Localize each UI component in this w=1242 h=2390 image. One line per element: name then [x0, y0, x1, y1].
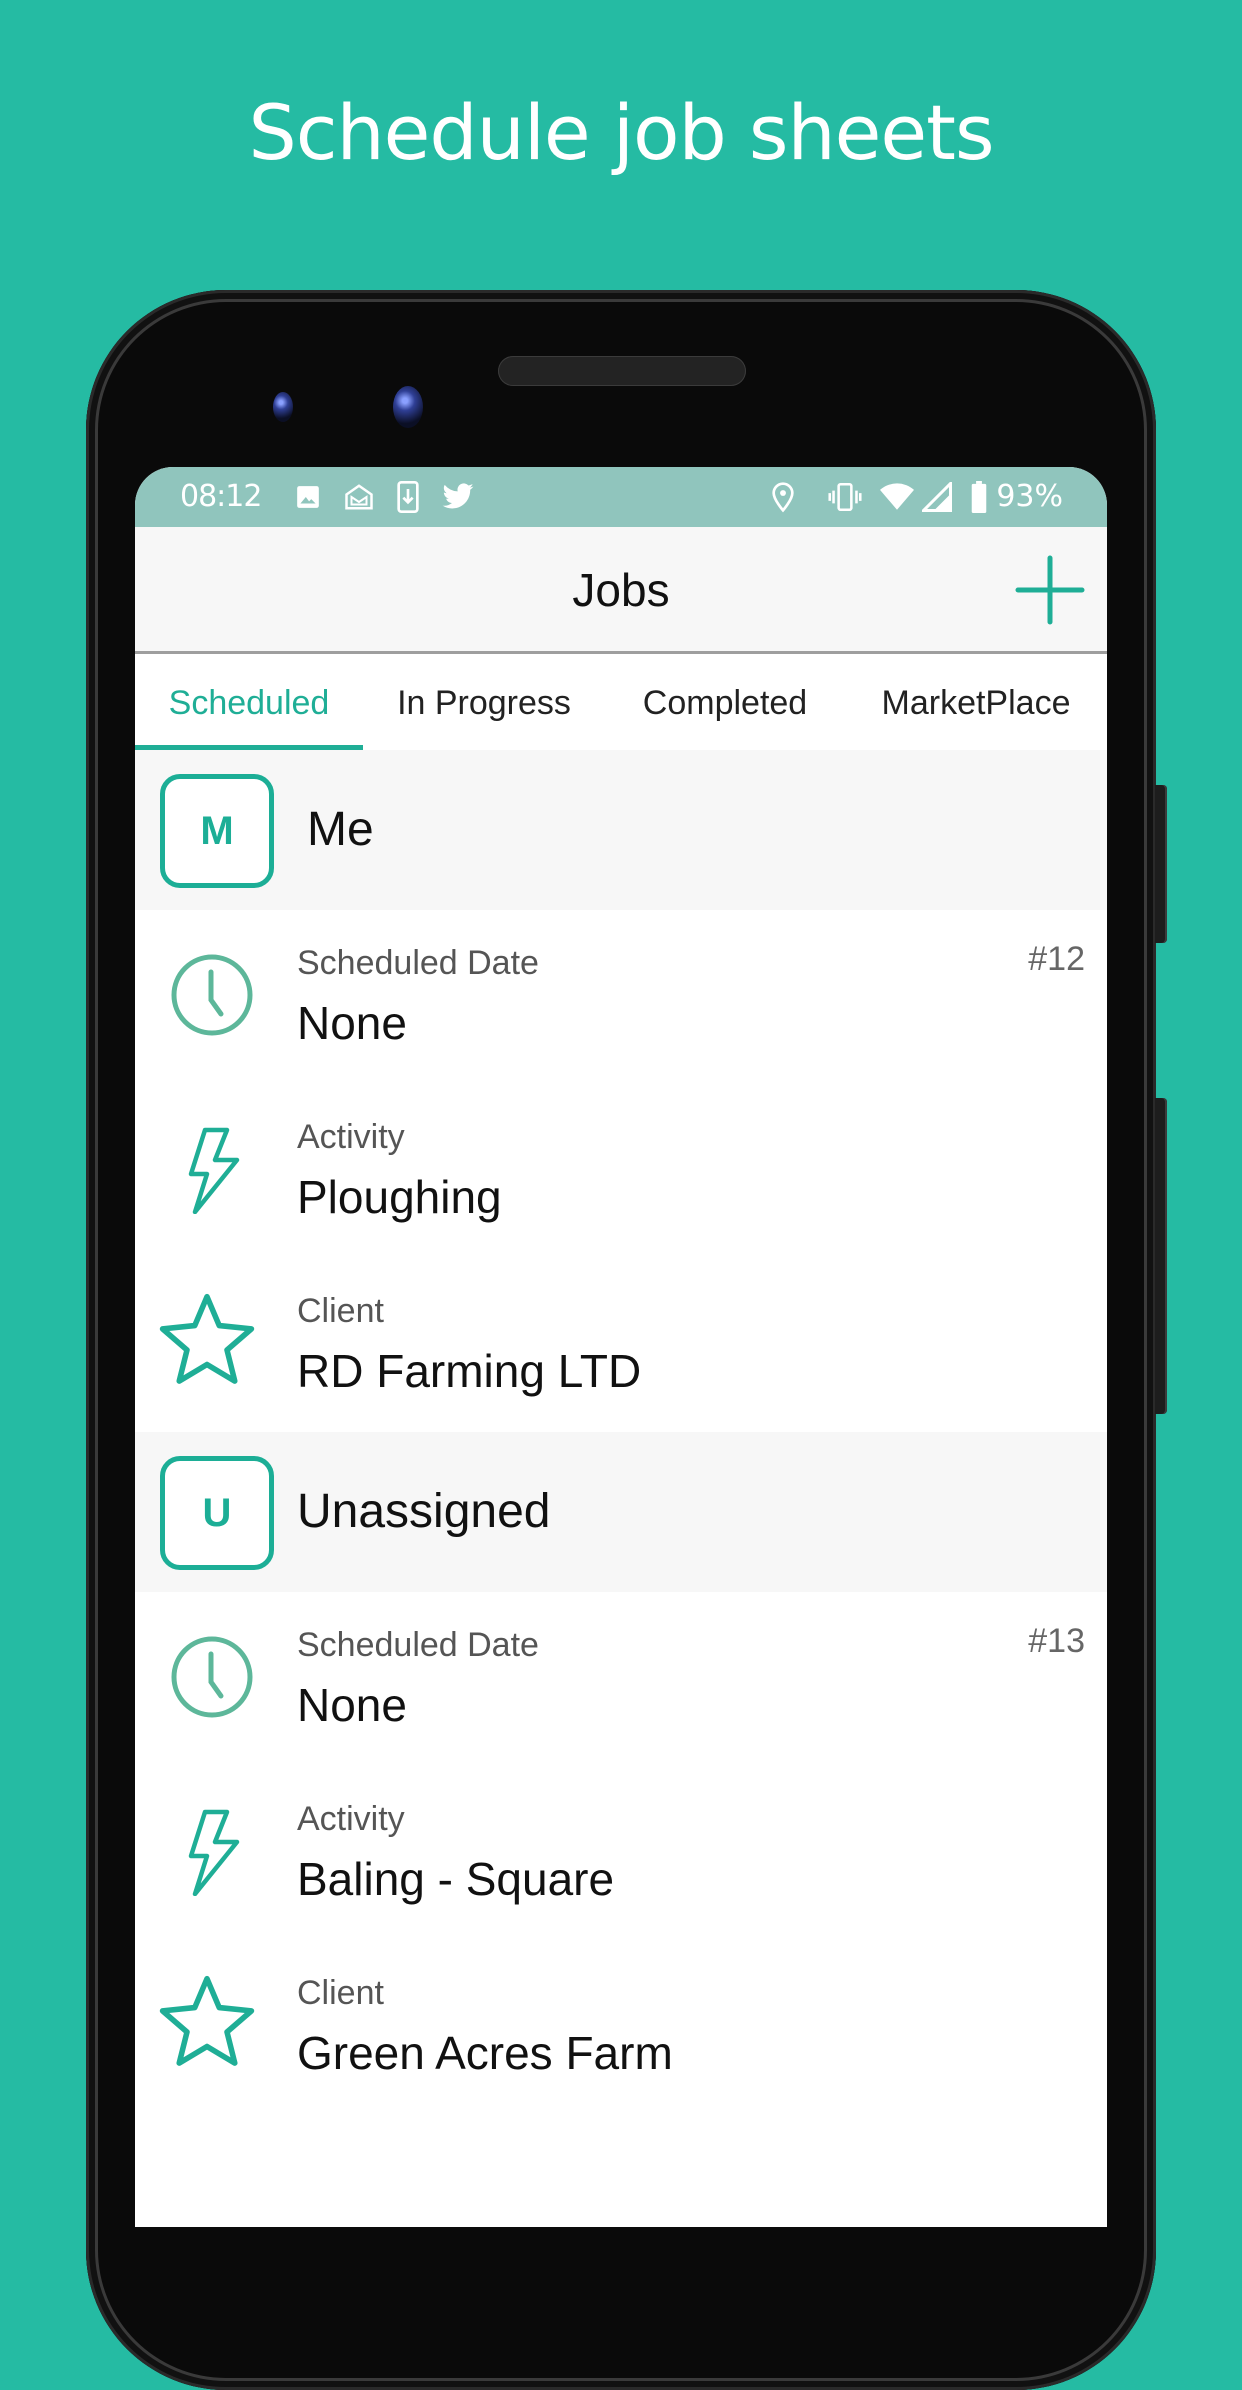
volume-button	[1155, 1098, 1167, 1414]
phone-screen: 08:12 93% Jobs Scheduled In Progress Com…	[135, 467, 1107, 2227]
field-label: Activity	[297, 1800, 405, 1838]
front-camera-icon	[393, 386, 423, 428]
job-card[interactable]: Scheduled Date None #13 Activity Baling …	[135, 1592, 1107, 2114]
field-label: Activity	[297, 1118, 405, 1156]
group-name: Me	[307, 803, 374, 856]
clock-icon	[171, 954, 253, 1036]
job-field-client: Client RD Farming LTD	[135, 1258, 1107, 1432]
job-field-activity: Activity Baling - Square	[135, 1766, 1107, 1940]
avatar: U	[160, 1456, 274, 1570]
signal-icon	[922, 481, 953, 512]
field-value: None	[297, 997, 407, 1049]
job-field-activity: Activity Ploughing	[135, 1084, 1107, 1258]
add-job-button[interactable]	[1015, 555, 1085, 625]
field-label: Scheduled Date	[297, 1626, 539, 1664]
field-label: Client	[297, 1974, 384, 2012]
battery-percent: 93%	[996, 479, 1063, 514]
lightning-icon	[188, 1809, 240, 1896]
vibrate-icon	[828, 482, 862, 511]
field-label: Client	[297, 1292, 384, 1330]
job-number: #13	[1028, 1622, 1085, 1660]
star-icon	[159, 1293, 255, 1384]
tab-scheduled[interactable]: Scheduled	[135, 654, 363, 750]
power-button	[1155, 785, 1167, 943]
earpiece-speaker	[498, 356, 746, 386]
tab-in-progress[interactable]: In Progress	[363, 654, 605, 750]
twitter-icon	[441, 483, 475, 511]
promo-title: Schedule job sheets	[248, 88, 994, 177]
job-field-scheduled-date: Scheduled Date None #13	[135, 1592, 1107, 1766]
download-icon	[397, 481, 419, 513]
field-value: Ploughing	[297, 1171, 502, 1223]
avatar: M	[160, 774, 274, 888]
field-value: Baling - Square	[297, 1853, 615, 1905]
page-title: Jobs	[572, 564, 670, 616]
email-icon	[343, 482, 375, 512]
field-value: Green Acres Farm	[297, 2027, 673, 2079]
job-number: #12	[1028, 940, 1085, 978]
status-bar: 08:12 93%	[135, 467, 1107, 527]
tab-marketplace[interactable]: MarketPlace	[845, 654, 1107, 750]
job-card[interactable]: Scheduled Date None #12 Activity Ploughi…	[135, 910, 1107, 1432]
tab-completed[interactable]: Completed	[605, 654, 845, 750]
job-field-client: Client Green Acres Farm	[135, 1940, 1107, 2114]
battery-icon	[970, 480, 988, 513]
field-label: Scheduled Date	[297, 944, 539, 982]
star-icon	[159, 1975, 255, 2066]
app-bar: Jobs	[135, 527, 1107, 654]
field-value: RD Farming LTD	[297, 1345, 642, 1397]
add-icon	[1015, 555, 1085, 625]
job-field-scheduled-date: Scheduled Date None #12	[135, 910, 1107, 1084]
group-name: Unassigned	[297, 1485, 551, 1538]
location-icon	[772, 481, 794, 513]
clock-icon	[171, 1636, 253, 1718]
lightning-icon	[188, 1127, 240, 1214]
wifi-icon	[880, 482, 915, 512]
image-icon	[295, 484, 321, 510]
group-header-me[interactable]: M Me	[135, 750, 1107, 910]
field-value: None	[297, 1679, 407, 1731]
status-time: 08:12	[180, 479, 262, 514]
group-header-unassigned[interactable]: U Unassigned	[135, 1432, 1107, 1592]
tab-bar: Scheduled In Progress Completed MarketPl…	[135, 654, 1107, 750]
sensor-icon	[273, 392, 293, 422]
